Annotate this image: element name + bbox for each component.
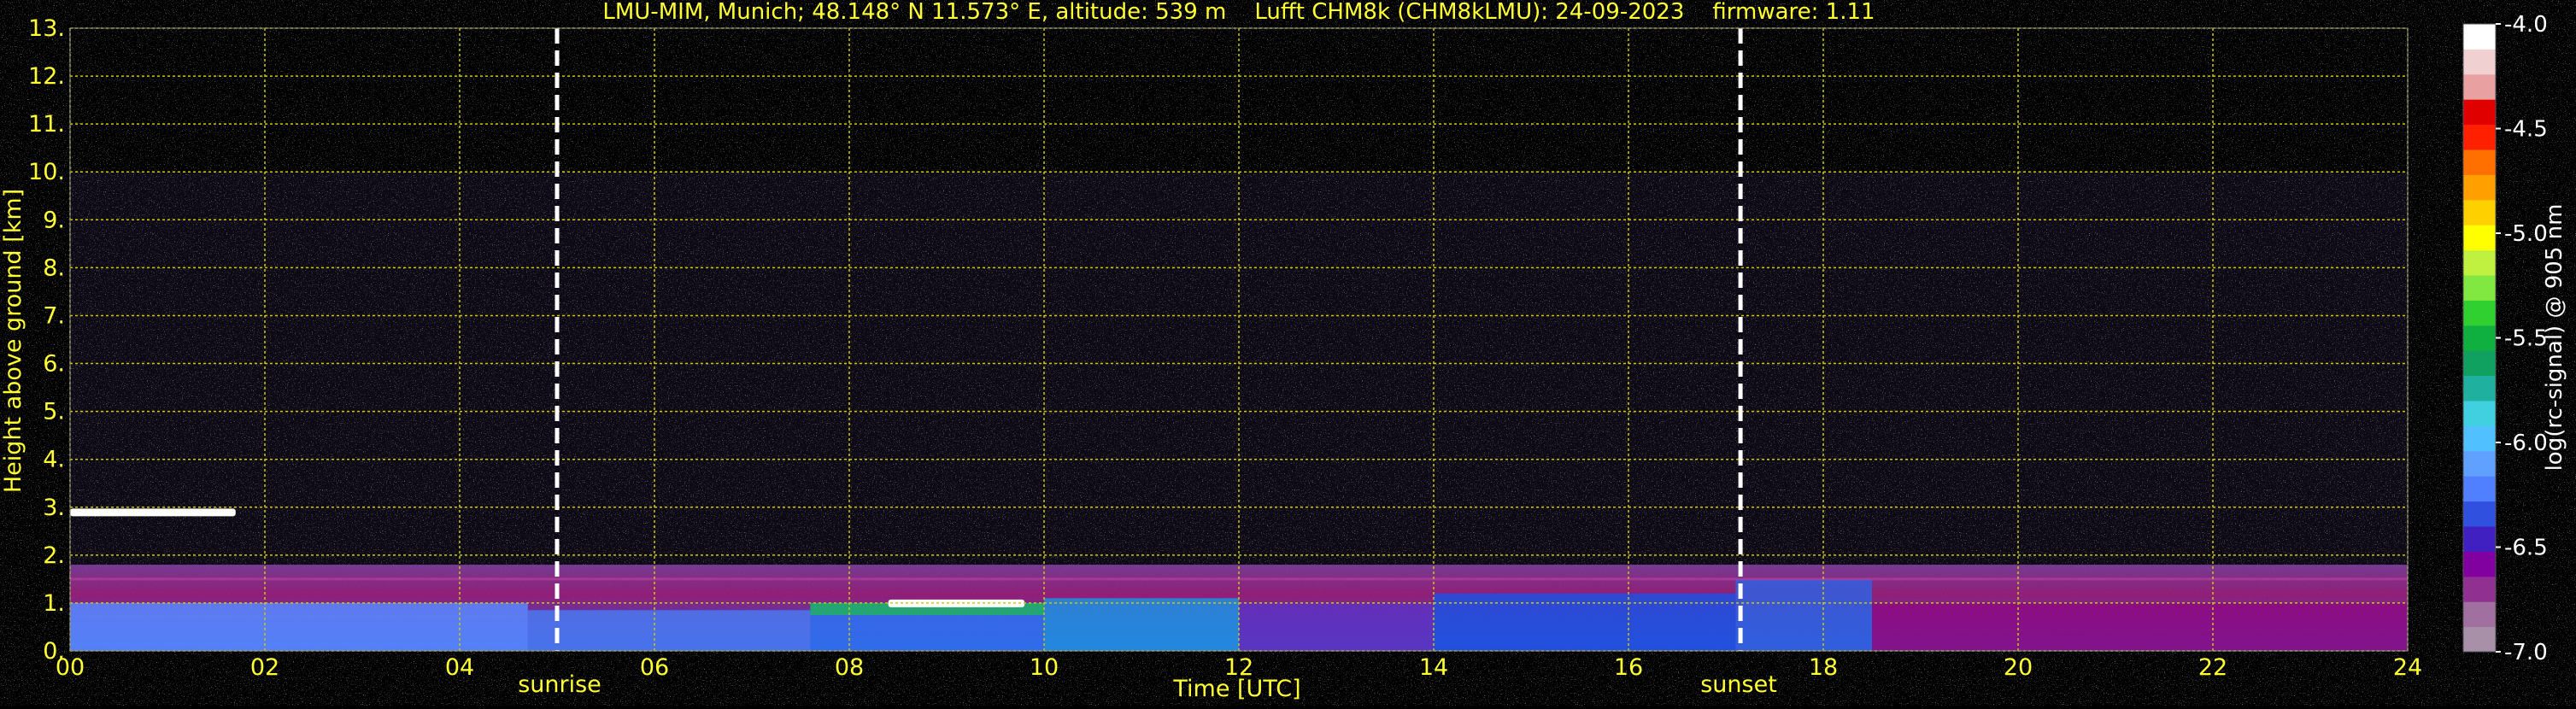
chart-title: LMU-MIM, Munich; 48.148° N 11.573° E, al… <box>602 0 1875 25</box>
colorbar-segment <box>2463 626 2496 653</box>
x-tick-label: 16 <box>1614 654 1643 681</box>
colorbar-segment <box>2463 401 2496 426</box>
signal-patch-8 <box>1872 602 2408 651</box>
x-tick-label: 02 <box>250 654 279 681</box>
x-tick-label: 24 <box>2393 654 2422 681</box>
colorbar-segment <box>2463 275 2496 301</box>
colorbar-segment <box>2463 551 2496 577</box>
colorbar-label: log(rc-signal) @ 905 nm <box>2542 204 2567 472</box>
colorbar-tick-label: -7.0 <box>2504 640 2548 665</box>
y-tick-label: 12. <box>28 63 65 90</box>
colorbar-tick-label: -6.5 <box>2504 536 2548 561</box>
x-tick-label: 14 <box>1419 654 1448 681</box>
signal-patch-4 <box>1044 598 1239 651</box>
colorbar: -4.0-4.5-5.0-5.5-6.0-6.5-7.0 <box>2462 12 2548 665</box>
y-tick-label: 7. <box>43 302 65 329</box>
colorbar-segment <box>2463 325 2496 351</box>
colorbar-segment <box>2463 476 2496 502</box>
colorbar-segment <box>2463 124 2496 150</box>
colorbar-segment <box>2463 526 2496 552</box>
colorbar-segment <box>2463 199 2496 226</box>
colorbar-segment <box>2463 350 2496 377</box>
signal-patch-1 <box>527 610 811 651</box>
colorbar-segment <box>2463 99 2496 126</box>
y-tick-label: 3. <box>43 495 65 521</box>
y-tick-label: 1. <box>43 590 65 617</box>
sunrise-label: sunrise <box>518 671 601 698</box>
cloud-layer-night <box>70 508 236 517</box>
colorbar-tick-label: -4.5 <box>2504 117 2548 143</box>
colorbar-segment <box>2463 24 2496 50</box>
signal-patch-5 <box>1239 602 1434 651</box>
y-tick-label: 8. <box>43 255 65 281</box>
sunset-label: sunset <box>1700 671 1777 698</box>
colorbar-segment <box>2463 601 2496 628</box>
y-tick-label: 10. <box>28 159 65 185</box>
y-tick-label: 5. <box>43 399 65 425</box>
colorbar-segment <box>2463 300 2496 326</box>
colorbar-segment <box>2463 73 2496 100</box>
x-tick-label: 18 <box>1809 654 1838 681</box>
colorbar-segment <box>2463 501 2496 527</box>
ceilometer-chart: 00 02 04 06 08 10 12 14 16 18 20 22 240.1.2.3.4.5.6.… <box>0 0 2567 702</box>
y-tick-label: 2. <box>43 542 65 569</box>
signal-patch-7 <box>1735 578 1872 651</box>
colorbar-segment <box>2463 375 2496 401</box>
x-tick-label: 10 <box>1030 654 1059 681</box>
y-tick-label: 0. <box>43 638 65 665</box>
x-tick-label: 08 <box>835 654 864 681</box>
x-axis-label: Time [UTC] <box>1172 676 1300 702</box>
colorbar-segment <box>2463 249 2496 276</box>
x-tick-label: 22 <box>2198 654 2227 681</box>
ceilometer-figure: 00 02 04 06 08 10 12 14 16 18 20 22 24 0. 1. 2. 3. 4. 5. 6.… <box>0 0 2576 706</box>
colorbar-segment <box>2463 49 2496 75</box>
y-tick-label: 9. <box>43 207 65 233</box>
x-tick-label: 04 <box>445 654 474 681</box>
colorbar-segment <box>2463 425 2496 452</box>
y-tick-label: 6. <box>43 351 65 378</box>
colorbar-tick-label: -4.0 <box>2504 12 2548 38</box>
colorbar-segment <box>2463 225 2496 251</box>
colorbar-segment <box>2463 149 2496 175</box>
colorbar-segment <box>2463 450 2496 477</box>
colorbar-segment <box>2463 174 2496 201</box>
x-tick-label: 06 <box>640 654 669 681</box>
colorbar-segment <box>2463 576 2496 602</box>
y-tick-label: 13. <box>28 15 65 42</box>
y-axis-label: Height above ground [km] <box>0 189 26 493</box>
signal-patch-6 <box>1434 593 1736 651</box>
y-tick-label: 11. <box>28 111 65 138</box>
x-tick-label: 20 <box>2004 654 2033 681</box>
y-tick-label: 4. <box>43 447 65 473</box>
